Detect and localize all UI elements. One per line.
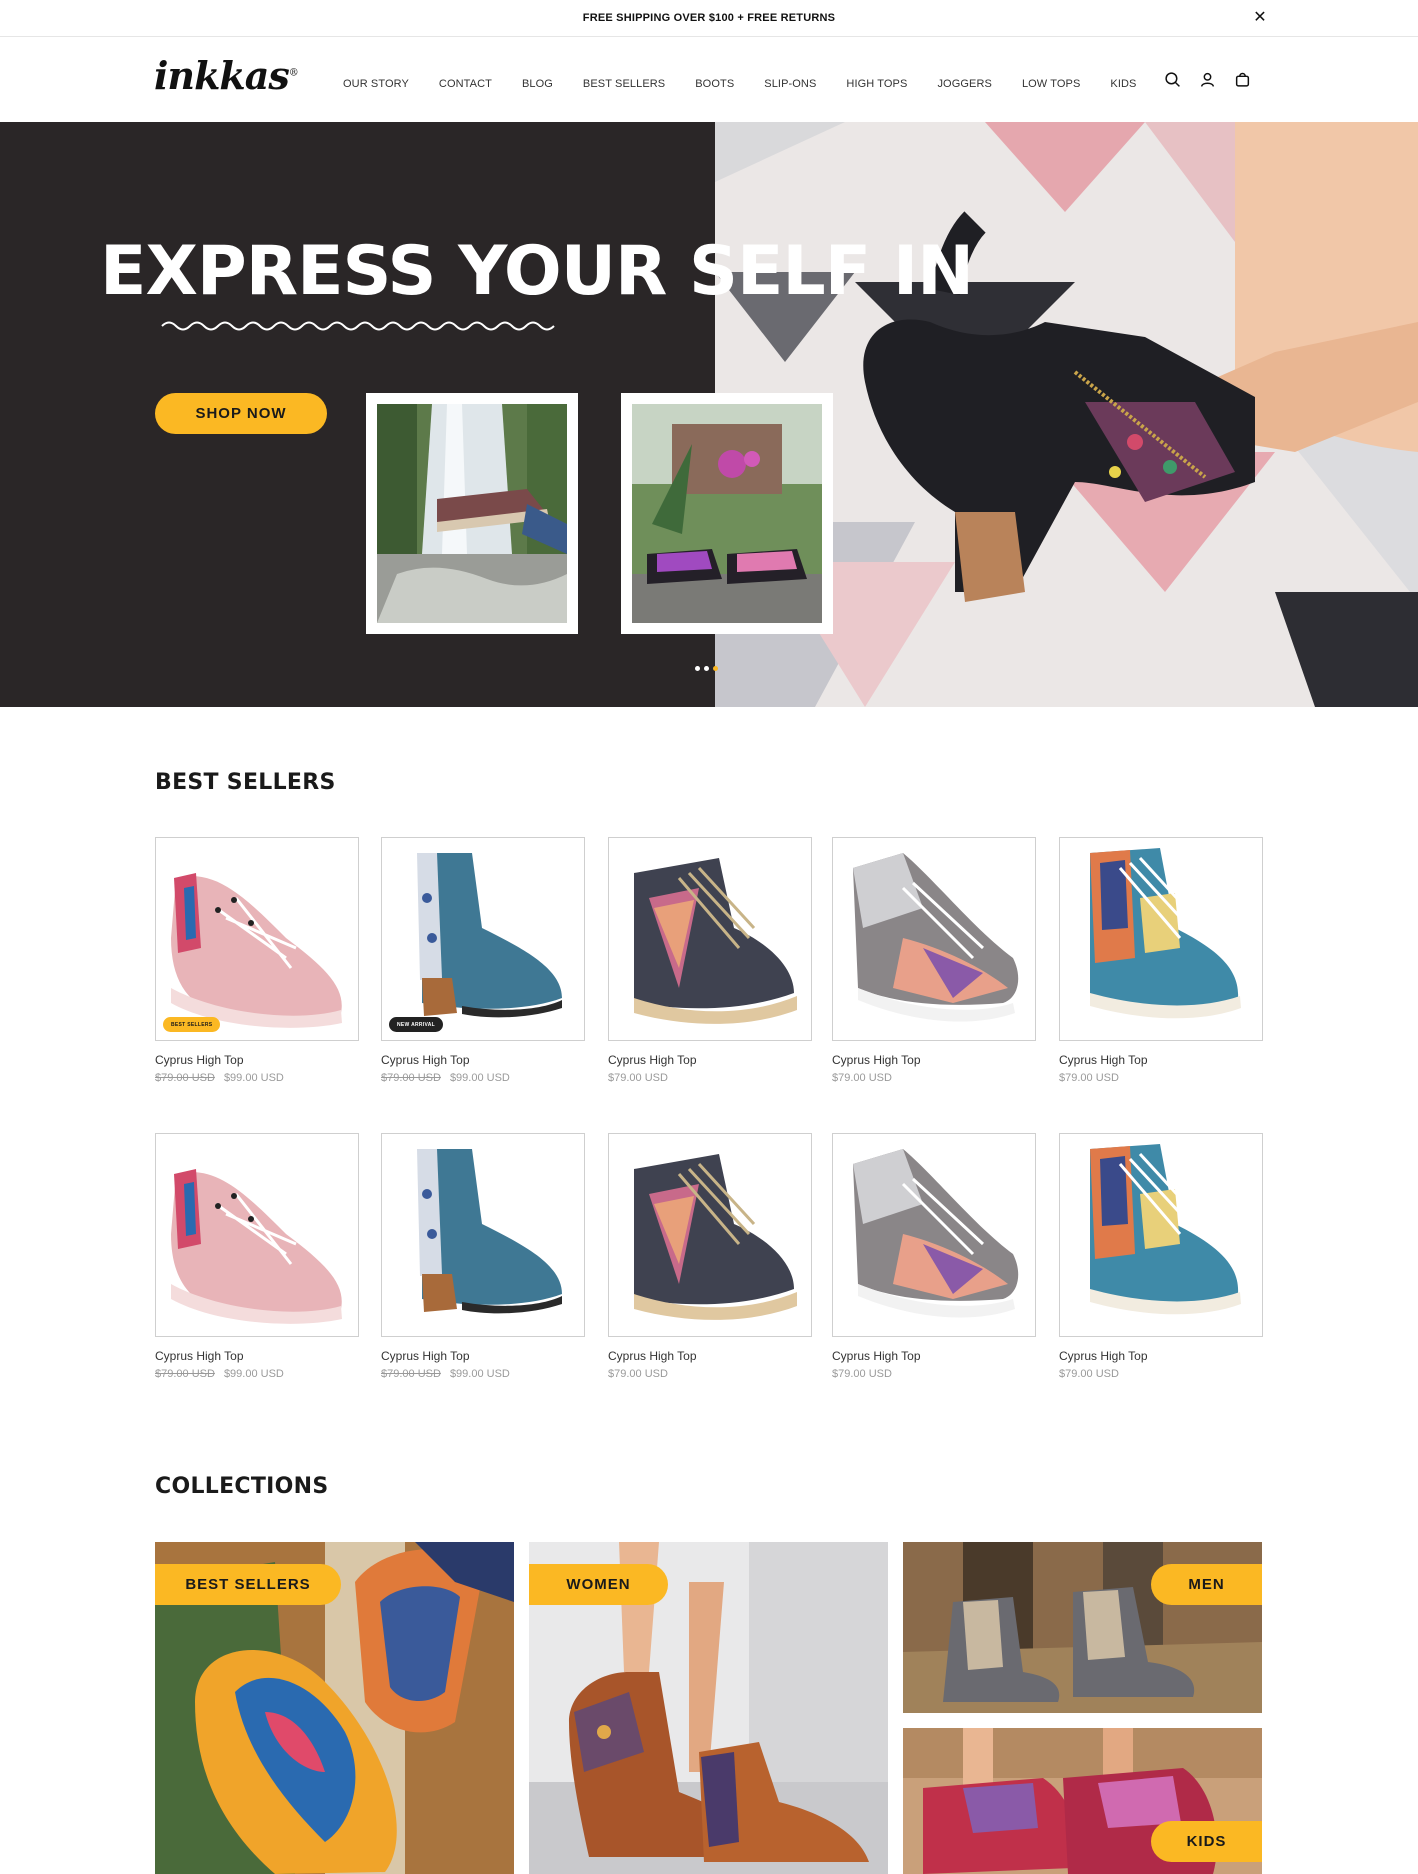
search-icon[interactable]	[1164, 71, 1181, 88]
product-name[interactable]: Cyprus High Top	[1059, 1349, 1263, 1363]
nav-item-contact[interactable]: CONTACT	[439, 78, 492, 90]
collection-women[interactable]: WOMEN	[529, 1542, 888, 1874]
product-price: $79.00 USD	[832, 1072, 892, 1084]
nav-item-kids[interactable]: KIDS	[1110, 78, 1136, 90]
product-card[interactable]: BEST SELLERS Cyprus High Top $79.00 USD $99…	[155, 837, 359, 1084]
product-image[interactable]	[608, 1133, 812, 1337]
nav-item-best-sellers[interactable]: BEST SELLERS	[583, 78, 665, 90]
product-name[interactable]: Cyprus High Top	[608, 1053, 812, 1067]
announcement-text: FREE SHIPPING OVER $100 + FREE RETURNS	[582, 12, 836, 24]
product-image[interactable]	[1059, 837, 1263, 1041]
product-price-row: $79.00 USD $99.00 USD	[381, 1072, 585, 1084]
product-price: $99.00 USD	[223, 1072, 284, 1084]
product-image[interactable]: NEW ARRIVAL	[381, 837, 585, 1041]
product-card[interactable]: Cyprus High Top $79.00 USD $99.00 USD	[155, 1133, 359, 1380]
product-name[interactable]: Cyprus High Top	[832, 1349, 1036, 1363]
collections-title: COLLECTIONS	[155, 1474, 329, 1499]
product-name[interactable]: Cyprus High Top	[381, 1349, 585, 1363]
wave-divider	[161, 321, 555, 331]
collection-men[interactable]: MEN	[903, 1542, 1262, 1713]
product-old-price: $79.00 USD	[381, 1368, 441, 1380]
product-name[interactable]: Cyprus High Top	[608, 1349, 812, 1363]
shop-now-button[interactable]: SHOP NOW	[155, 393, 327, 434]
header-icons	[1164, 71, 1251, 88]
cart-icon[interactable]	[1234, 71, 1251, 88]
carousel-dot-active[interactable]	[713, 666, 718, 671]
collection-best-sellers[interactable]: BEST SELLERS	[155, 1542, 514, 1874]
product-old-price: $79.00 USD	[381, 1072, 441, 1084]
collection-label-kids[interactable]: KIDS	[1151, 1821, 1262, 1862]
nav-item-high-tops[interactable]: HIGH TOPS	[846, 78, 907, 90]
product-card[interactable]: Cyprus High Top $79.00 USD	[1059, 837, 1263, 1084]
product-card[interactable]: Cyprus High Top $79.00 USD $99.00 USD	[381, 1133, 585, 1380]
product-image[interactable]: BEST SELLERS	[155, 837, 359, 1041]
best-sellers-title: BEST SELLERS	[155, 770, 336, 795]
product-card[interactable]: Cyprus High Top $79.00 USD	[832, 837, 1036, 1084]
collection-label-women[interactable]: WOMEN	[529, 1564, 668, 1605]
product-name[interactable]: Cyprus High Top	[155, 1053, 359, 1067]
logo-mark: ®	[288, 67, 299, 79]
nav-item-blog[interactable]: BLOG	[522, 78, 553, 90]
product-price-row: $79.00 USD	[832, 1072, 1036, 1084]
product-card[interactable]: Cyprus High Top $79.00 USD	[608, 837, 812, 1084]
product-name[interactable]: Cyprus High Top	[832, 1053, 1036, 1067]
product-image[interactable]	[832, 837, 1036, 1041]
announcement-bar: FREE SHIPPING OVER $100 + FREE RETURNS ✕	[0, 0, 1418, 37]
product-badge: BEST SELLERS	[163, 1017, 221, 1032]
collection-kids[interactable]: KIDS	[903, 1728, 1262, 1874]
product-price-row: $79.00 USD	[1059, 1368, 1263, 1380]
product-image[interactable]	[381, 1133, 585, 1337]
product-price-row: $79.00 USD	[608, 1072, 812, 1084]
product-card[interactable]: NEW ARRIVAL Cyprus High Top $79.00 USD $99.…	[381, 837, 585, 1084]
product-price: $99.00 USD	[449, 1072, 510, 1084]
product-card[interactable]: Cyprus High Top $79.00 USD	[608, 1133, 812, 1380]
product-price-row: $79.00 USD $99.00 USD	[155, 1368, 359, 1380]
product-old-price: $79.00 USD	[155, 1072, 215, 1084]
nav-item-slip-ons[interactable]: SLIP-ONS	[764, 78, 816, 90]
collection-label-best-sellers[interactable]: BEST SELLERS	[155, 1564, 341, 1605]
product-image[interactable]	[1059, 1133, 1263, 1337]
product-image[interactable]	[608, 837, 812, 1041]
product-price-row: $79.00 USD $99.00 USD	[155, 1072, 359, 1084]
collection-label-men[interactable]: MEN	[1151, 1564, 1262, 1605]
nav-item-joggers[interactable]: JOGGERS	[937, 78, 992, 90]
hero-carousel-dots	[695, 666, 718, 671]
product-price: $79.00 USD	[1059, 1072, 1119, 1084]
carousel-dot[interactable]	[695, 666, 700, 671]
hero-title: EXPRESS YOUR SELF IN	[100, 232, 974, 311]
product-name[interactable]: Cyprus High Top	[155, 1349, 359, 1363]
logo-text[interactable]: inkkas	[154, 53, 290, 98]
product-price-row: $79.00 USD $99.00 USD	[381, 1368, 585, 1380]
product-badge: NEW ARRIVAL	[389, 1017, 444, 1032]
product-price: $99.00 USD	[223, 1368, 284, 1380]
product-price-row: $79.00 USD	[1059, 1072, 1263, 1084]
close-icon[interactable]: ✕	[1250, 8, 1270, 28]
nav-item-boots[interactable]: BOOTS	[695, 78, 734, 90]
logo[interactable]: inkkas®	[154, 53, 299, 98]
product-price: $99.00 USD	[449, 1368, 510, 1380]
product-image[interactable]	[155, 1133, 359, 1337]
nav-item-low-tops[interactable]: LOW TOPS	[1022, 78, 1080, 90]
product-price-row: $79.00 USD	[608, 1368, 812, 1380]
product-old-price: $79.00 USD	[155, 1368, 215, 1380]
hero-polaroid-waterfall	[366, 393, 578, 634]
main-nav: OUR STORY CONTACT BLOG BEST SELLERS BOOT…	[343, 78, 1166, 90]
product-card[interactable]: Cyprus High Top $79.00 USD	[832, 1133, 1036, 1380]
account-icon[interactable]	[1199, 71, 1216, 88]
product-price: $79.00 USD	[1059, 1368, 1119, 1380]
product-price: $79.00 USD	[608, 1072, 668, 1084]
product-image[interactable]	[832, 1133, 1036, 1337]
product-price: $79.00 USD	[608, 1368, 668, 1380]
carousel-dot[interactable]	[704, 666, 709, 671]
product-name[interactable]: Cyprus High Top	[1059, 1053, 1263, 1067]
hero-banner: EXPRESS YOUR SELF IN SHOP NOW	[0, 122, 1418, 707]
site-header: inkkas® OUR STORY CONTACT BLOG BEST SELL…	[0, 37, 1418, 122]
nav-item-our-story[interactable]: OUR STORY	[343, 78, 409, 90]
product-price: $79.00 USD	[832, 1368, 892, 1380]
product-price-row: $79.00 USD	[832, 1368, 1036, 1380]
hero-polaroid-garden	[621, 393, 833, 634]
product-card[interactable]: Cyprus High Top $79.00 USD	[1059, 1133, 1263, 1380]
product-name[interactable]: Cyprus High Top	[381, 1053, 585, 1067]
